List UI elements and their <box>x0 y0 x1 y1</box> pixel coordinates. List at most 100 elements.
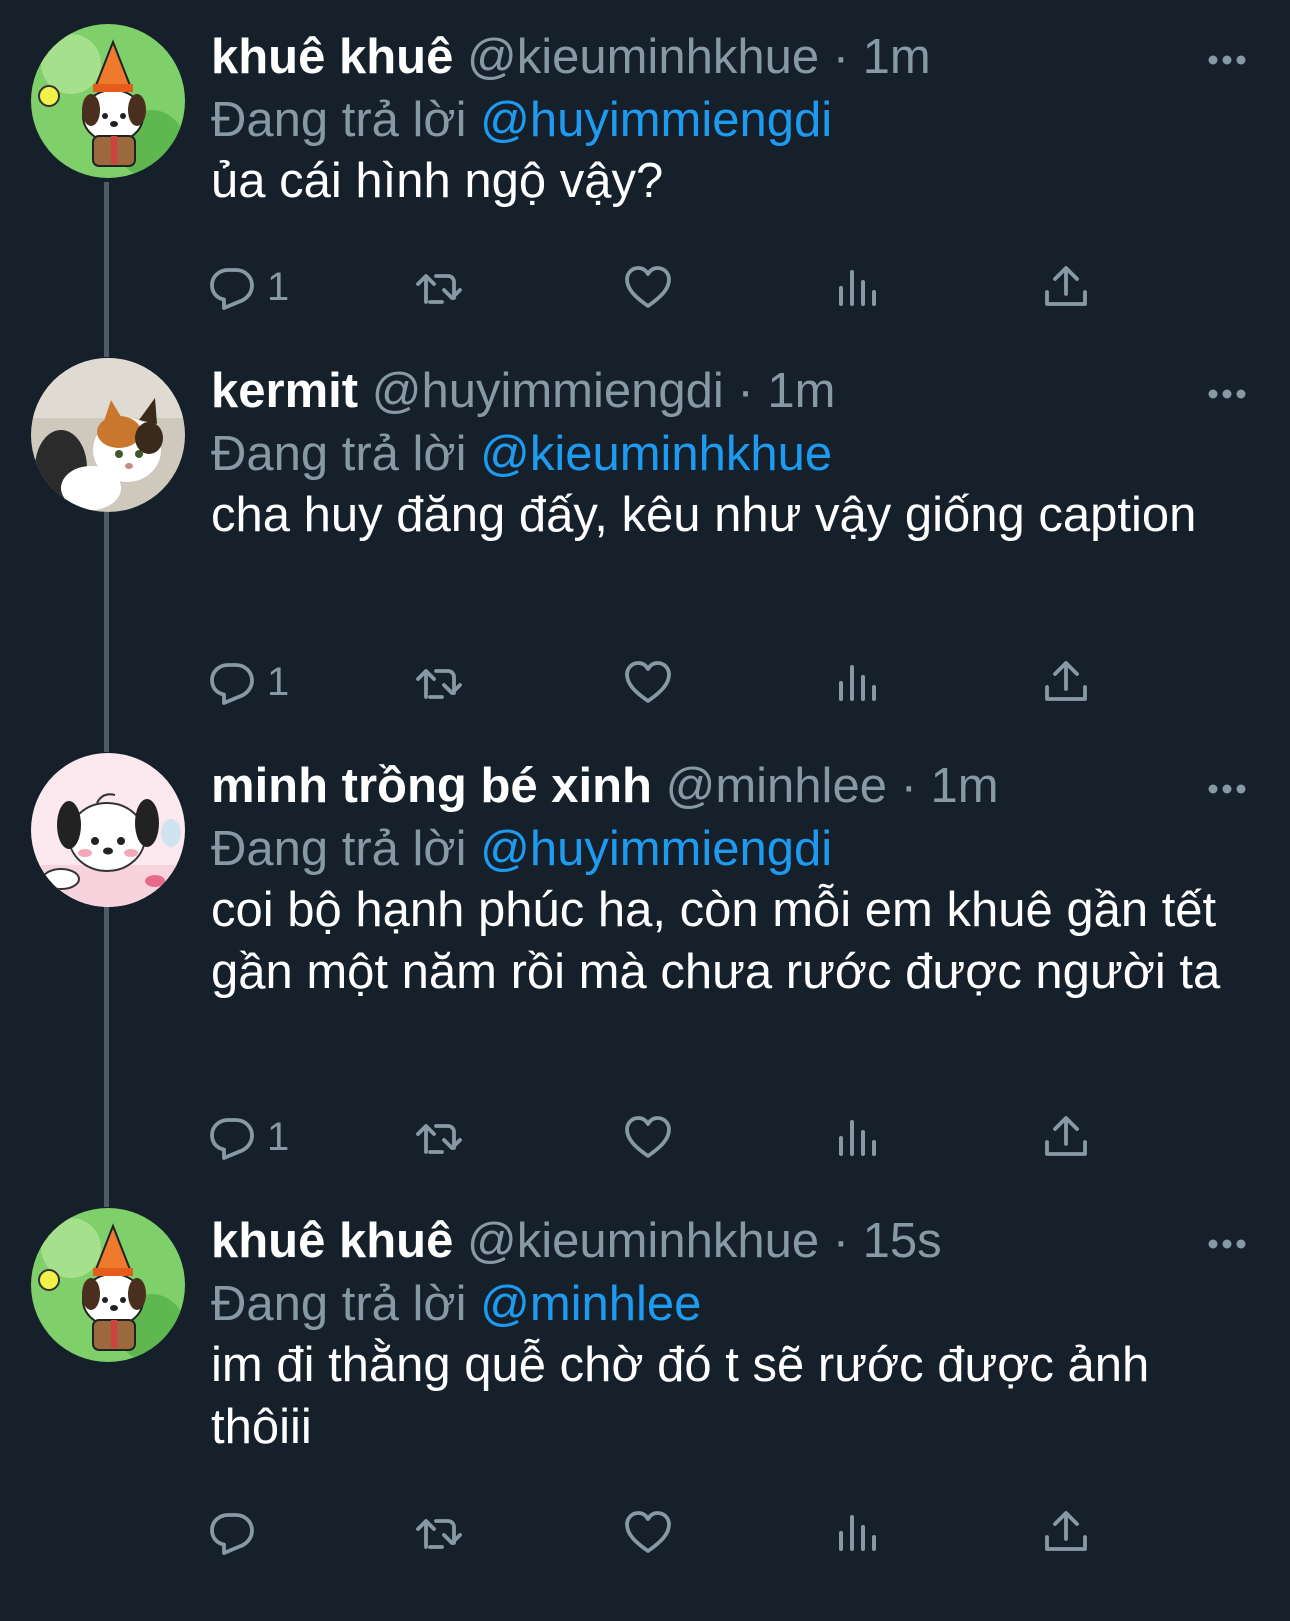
analytics-button[interactable] <box>832 1107 882 1167</box>
heart-icon <box>625 266 671 308</box>
replying-prefix: Đang trả lời <box>211 822 467 876</box>
more-icon <box>1208 1239 1246 1249</box>
replying-to: Đang trả lời @huyimmiengdi <box>211 87 832 153</box>
heart-icon <box>625 1116 671 1158</box>
retweet-icon <box>416 274 462 304</box>
display-name[interactable]: khuê khuê <box>211 1214 453 1268</box>
analytics-icon <box>839 270 876 306</box>
display-name[interactable]: minh trồng bé xinh <box>211 759 652 813</box>
heart-icon <box>625 1511 671 1553</box>
share-icon <box>1045 1116 1087 1156</box>
like-button[interactable] <box>623 257 673 317</box>
share-button[interactable] <box>1041 1107 1091 1167</box>
cat-avatar-icon <box>31 358 185 512</box>
more-options-button[interactable] <box>1205 364 1249 424</box>
reply-count: 1 <box>267 659 290 704</box>
more-options-button[interactable] <box>1205 1214 1249 1274</box>
timestamp[interactable]: 1m <box>767 364 835 418</box>
tweet-text: coi bộ hạnh phúc ha, còn mỗi em khuê gần… <box>211 883 1221 999</box>
display-name[interactable]: kermit <box>211 364 358 418</box>
avatar[interactable] <box>31 1208 185 1362</box>
reply-mention-link[interactable]: @kieuminhkhue <box>480 427 832 481</box>
pochacco-avatar-icon <box>31 1208 185 1362</box>
user-handle[interactable]: @kieuminhkhue <box>467 30 819 84</box>
reply-count: 1 <box>267 264 290 309</box>
like-button[interactable] <box>623 1502 673 1562</box>
separator-dot: · <box>900 759 917 813</box>
reply-mention-link[interactable]: @minhlee <box>480 1277 701 1331</box>
more-icon <box>1208 784 1246 794</box>
reply-icon <box>210 268 254 310</box>
reply-button[interactable]: 1 <box>207 1107 289 1167</box>
more-icon <box>1208 55 1246 65</box>
share-button[interactable] <box>1041 257 1091 317</box>
retweet-button[interactable] <box>414 1107 464 1167</box>
separator-dot: · <box>737 364 754 418</box>
tweet-header: khuê khuê @kieuminhkhue · 15s <box>211 1208 942 1274</box>
separator-dot: · <box>832 30 850 84</box>
retweet-button[interactable] <box>414 257 464 317</box>
reply-count: 1 <box>267 1114 290 1159</box>
avatar[interactable] <box>31 753 185 907</box>
retweet-icon <box>416 669 462 699</box>
replying-prefix: Đang trả lời <box>211 1277 467 1331</box>
more-icon <box>1208 389 1246 399</box>
replying-to: Đang trả lời @minhlee <box>211 1271 701 1337</box>
reply-mention-link[interactable]: @huyimmiengdi <box>480 822 832 876</box>
analytics-button[interactable] <box>832 1502 882 1562</box>
timestamp[interactable]: 1m <box>863 30 931 84</box>
user-handle[interactable]: @huyimmiengdi <box>372 364 724 418</box>
tweet-text: im đi thằng quễ chờ đó t sẽ rước được ản… <box>211 1338 1150 1454</box>
reply-icon <box>210 1513 254 1555</box>
analytics-icon <box>839 1515 876 1551</box>
tweet-actions: 1 <box>0 257 1290 317</box>
share-button[interactable] <box>1041 652 1091 712</box>
timestamp[interactable]: 15s <box>863 1214 942 1268</box>
display-name[interactable]: khuê khuê <box>211 30 453 84</box>
tweet-actions <box>0 1502 1290 1562</box>
thread-line <box>104 512 109 752</box>
user-handle[interactable]: @minhlee <box>666 759 887 813</box>
like-button[interactable] <box>623 652 673 712</box>
share-icon <box>1045 661 1087 701</box>
retweet-icon <box>416 1519 462 1549</box>
more-options-button[interactable] <box>1205 30 1249 90</box>
share-icon <box>1045 1511 1087 1551</box>
analytics-button[interactable] <box>832 257 882 317</box>
reply-mention-link[interactable]: @huyimmiengdi <box>480 93 832 147</box>
retweet-icon <box>416 1124 462 1154</box>
tweet-header: kermit @huyimmiengdi · 1m <box>211 358 835 424</box>
analytics-icon <box>839 1120 876 1156</box>
reply-thread: khuê khuê @kieuminhkhue · 1m Đang trả lờ… <box>0 0 1290 1621</box>
retweet-button[interactable] <box>414 1502 464 1562</box>
reply-icon <box>210 663 254 705</box>
retweet-button[interactable] <box>414 652 464 712</box>
analytics-icon <box>839 665 876 701</box>
tweet-header: minh trồng bé xinh @minhlee · 1m <box>211 753 999 819</box>
share-button[interactable] <box>1041 1502 1091 1562</box>
reply-button[interactable]: 1 <box>207 652 289 712</box>
like-button[interactable] <box>623 1107 673 1167</box>
avatar[interactable] <box>31 358 185 512</box>
tweet-actions: 1 <box>0 1107 1290 1167</box>
heart-icon <box>625 661 671 703</box>
tweet-text: cha huy đăng đấy, kêu như vậy giống capt… <box>211 488 1197 542</box>
separator-dot: · <box>832 1214 850 1268</box>
pochacco-avatar-icon <box>31 753 185 907</box>
replying-prefix: Đang trả lời <box>211 427 467 481</box>
replying-prefix: Đang trả lời <box>211 93 467 147</box>
reply-button[interactable] <box>207 1502 267 1562</box>
reply-icon <box>210 1118 254 1160</box>
tweet-text: ủa cái hình ngộ vậy? <box>211 154 664 208</box>
more-options-button[interactable] <box>1205 759 1249 819</box>
tweet-actions: 1 <box>0 652 1290 712</box>
timestamp[interactable]: 1m <box>931 759 999 813</box>
reply-button[interactable]: 1 <box>207 257 289 317</box>
share-icon <box>1045 266 1087 306</box>
analytics-button[interactable] <box>832 652 882 712</box>
avatar[interactable] <box>31 24 185 178</box>
tweet-header: khuê khuê @kieuminhkhue · 1m <box>211 24 931 90</box>
user-handle[interactable]: @kieuminhkhue <box>467 1214 819 1268</box>
pochacco-avatar-icon <box>31 24 185 178</box>
replying-to: Đang trả lời @huyimmiengdi <box>211 816 832 882</box>
